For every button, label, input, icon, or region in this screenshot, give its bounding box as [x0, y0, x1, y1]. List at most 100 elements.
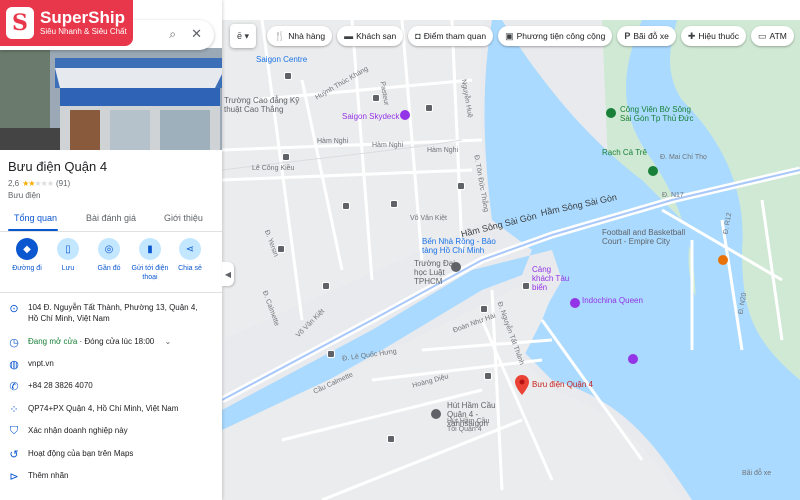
storefront-image [0, 48, 222, 150]
map-label-buu-dien[interactable]: Bưu điện Quận 4 [532, 380, 593, 389]
plus-code-row[interactable]: ⁘ QP74+PX Quận 4, Hồ Chí Minh, Việt Nam [0, 403, 222, 416]
location-pin-icon[interactable] [515, 375, 529, 395]
nearby-button[interactable]: ◎ Gần đó [87, 238, 131, 273]
chip-label: Khách sạn [356, 31, 397, 41]
map-label-indochina-queen[interactable]: Indochina Queen [582, 296, 643, 305]
tab-reviews[interactable]: Bài đánh giá [86, 213, 136, 223]
nearby-icon: ◎ [98, 238, 120, 260]
share-button[interactable]: ⋖ Chia sẻ [168, 238, 212, 273]
map-label-vo-van-kiet: Võ Văn Kiệt [410, 215, 447, 222]
bus-stop-icon[interactable] [277, 245, 285, 253]
website-row[interactable]: ◍ vnpt.vn [0, 358, 222, 371]
chip-label: Điểm tham quan [423, 31, 487, 41]
globe-icon: ◍ [9, 359, 19, 371]
map-label-ham-nghi: Hàm Nghi [427, 147, 459, 154]
chip-parking[interactable]: P Bãi đỗ xe [617, 26, 676, 46]
star-rating-icon: ★★★★★ [22, 179, 54, 188]
layer-toggle-button[interactable]: ē ▾ [230, 24, 256, 48]
action-label: Gửi tới điện thoại [131, 265, 169, 281]
verified-shield-icon: ⛉ [9, 425, 19, 437]
map-label-ben-nha-rong[interactable]: Bến Nhà Rồng - Bảo tàng Hồ Chí Minh [422, 237, 497, 255]
bus-stop-icon[interactable] [522, 282, 530, 290]
bus-stop-icon[interactable] [372, 94, 380, 102]
poi-park-icon[interactable] [648, 166, 658, 176]
search-icon[interactable]: ⌕ [169, 27, 176, 42]
parking-icon: P [624, 31, 631, 41]
bus-stop-icon[interactable] [284, 72, 292, 80]
supership-logo: S SuperShip Siêu Nhanh & Siêu Chất [0, 0, 133, 46]
pharmacy-icon: ✚ [687, 30, 696, 41]
tab-about[interactable]: Giới thiệu [164, 213, 203, 223]
map-label-cang-khach[interactable]: Cảng khách Tàu biển [532, 265, 572, 292]
place-tabs: Tổng quan Bài đánh giá Giới thiệu [0, 208, 222, 232]
map-label-saigon-centre[interactable]: Saigon Centre [256, 55, 307, 64]
hours-status: Đang mở cửa [28, 337, 78, 346]
address-row[interactable]: ⊙ 104 Đ. Nguyễn Tất Thành, Phường 13, Qu… [0, 302, 222, 324]
poi-park-icon[interactable] [606, 108, 616, 118]
chip-label: Phương tiện công cộng [516, 31, 606, 41]
label-icon: ⊳ [9, 471, 19, 483]
chip-attraction[interactable]: ◘ Điểm tham quan [408, 26, 494, 46]
action-label: Lưu [61, 265, 75, 272]
bus-stop-icon[interactable] [322, 282, 330, 290]
map-label-hut-ham-sub: Hút Hầm Cầu Tối Quận 4 [447, 418, 490, 433]
category-chip-bar: ē ▾ 🍴 Nhà hàng ▬ Khách sạn ◘ Điểm tham quan… [222, 22, 800, 50]
directions-button[interactable]: ◆ Đường đi [5, 238, 49, 273]
place-rating[interactable]: 2,6 ★★★★★ (91) [8, 179, 70, 188]
place-photo[interactable] [0, 48, 222, 150]
fork-knife-icon: 🍴 [274, 30, 286, 41]
chip-hotel[interactable]: ▬ Khách sạn [337, 26, 404, 46]
poi-skydeck-icon[interactable] [400, 110, 410, 120]
map-label-football[interactable]: Football and Basketball Court - Empire C… [602, 228, 702, 246]
chip-restaurant[interactable]: 🍴 Nhà hàng [267, 26, 333, 46]
activity-row[interactable]: ↺ Hoạt động của bạn trên Maps [0, 448, 222, 461]
map-label-bai-do-xe: Bãi đỗ xe [742, 470, 772, 477]
bus-stop-icon[interactable] [282, 153, 290, 161]
chip-transit[interactable]: ▣ Phương tiện công cộng [498, 26, 613, 46]
brand-tagline: Siêu Nhanh & Siêu Chất [40, 27, 127, 36]
collapse-panel-button[interactable]: ◀ [222, 262, 234, 286]
rating-value: 2,6 [8, 179, 20, 188]
review-count[interactable]: (91) [56, 179, 70, 188]
send-to-phone-button[interactable]: ▮ Gửi tới điện thoại [128, 238, 172, 282]
chip-pharmacy[interactable]: ✚ Hiệu thuốc [680, 26, 747, 46]
map-label-cao-thang[interactable]: Trường Cao đẳng Kỹ thuật Cao Thắng [224, 96, 314, 114]
poi-boat-icon[interactable] [570, 298, 580, 308]
bus-stop-icon[interactable] [457, 182, 465, 190]
maps-screen: Saigon Centre Saigon Skydeck Trường Cao … [0, 0, 800, 500]
map-label-cong-vien[interactable]: Công Viên Bờ Sông Sài Gòn Tp Thủ Đức [620, 105, 700, 123]
brand-name: SuperShip [40, 8, 126, 27]
bus-stop-icon[interactable] [342, 202, 350, 210]
map-label-skydeck[interactable]: Saigon Skydeck [342, 112, 399, 121]
place-category[interactable]: Bưu điện [8, 191, 41, 200]
chip-label: Bãi đỗ xe [633, 31, 669, 41]
place-title: Bưu điện Quận 4 [8, 159, 108, 174]
poi-business-icon[interactable] [431, 409, 441, 419]
map-canvas[interactable]: Saigon Centre Saigon Skydeck Trường Cao … [222, 20, 800, 500]
chip-label: Nhà hàng [288, 31, 326, 41]
bus-stop-icon[interactable] [387, 435, 395, 443]
poi-school-icon[interactable] [451, 262, 461, 272]
chevron-down-icon[interactable]: ⌄ [164, 337, 171, 346]
directions-icon: ◆ [16, 238, 38, 260]
tab-overview[interactable]: Tổng quan [14, 213, 57, 223]
bus-stop-icon[interactable] [484, 372, 492, 380]
map-drawing [222, 20, 800, 500]
map-label-mai-chi-tho: Đ. Mai Chí Thọ [660, 154, 707, 161]
poi-boat-icon[interactable] [628, 354, 638, 364]
transit-icon: ▣ [505, 30, 514, 41]
save-button[interactable]: ▯ Lưu [46, 238, 90, 273]
close-icon[interactable]: ✕ [191, 26, 202, 42]
chip-atm[interactable]: ▭ ATM [751, 26, 794, 46]
bus-stop-icon[interactable] [390, 200, 398, 208]
bus-stop-icon[interactable] [327, 350, 335, 358]
claim-business-row[interactable]: ⛉ Xác nhận doanh nghiệp này [0, 425, 222, 438]
poi-restaurant-icon[interactable] [718, 255, 728, 265]
share-icon: ⋖ [179, 238, 201, 260]
bus-stop-icon[interactable] [480, 305, 488, 313]
add-label-row[interactable]: ⊳ Thêm nhãn [0, 470, 222, 483]
phone-text: +84 28 3826 4070 [28, 381, 93, 390]
phone-row[interactable]: ✆ +84 28 3826 4070 [0, 380, 222, 393]
hours-row[interactable]: ◷ Đang mở cửa · Đóng cửa lúc 18:00 ⌄ [0, 336, 222, 349]
bus-stop-icon[interactable] [425, 104, 433, 112]
